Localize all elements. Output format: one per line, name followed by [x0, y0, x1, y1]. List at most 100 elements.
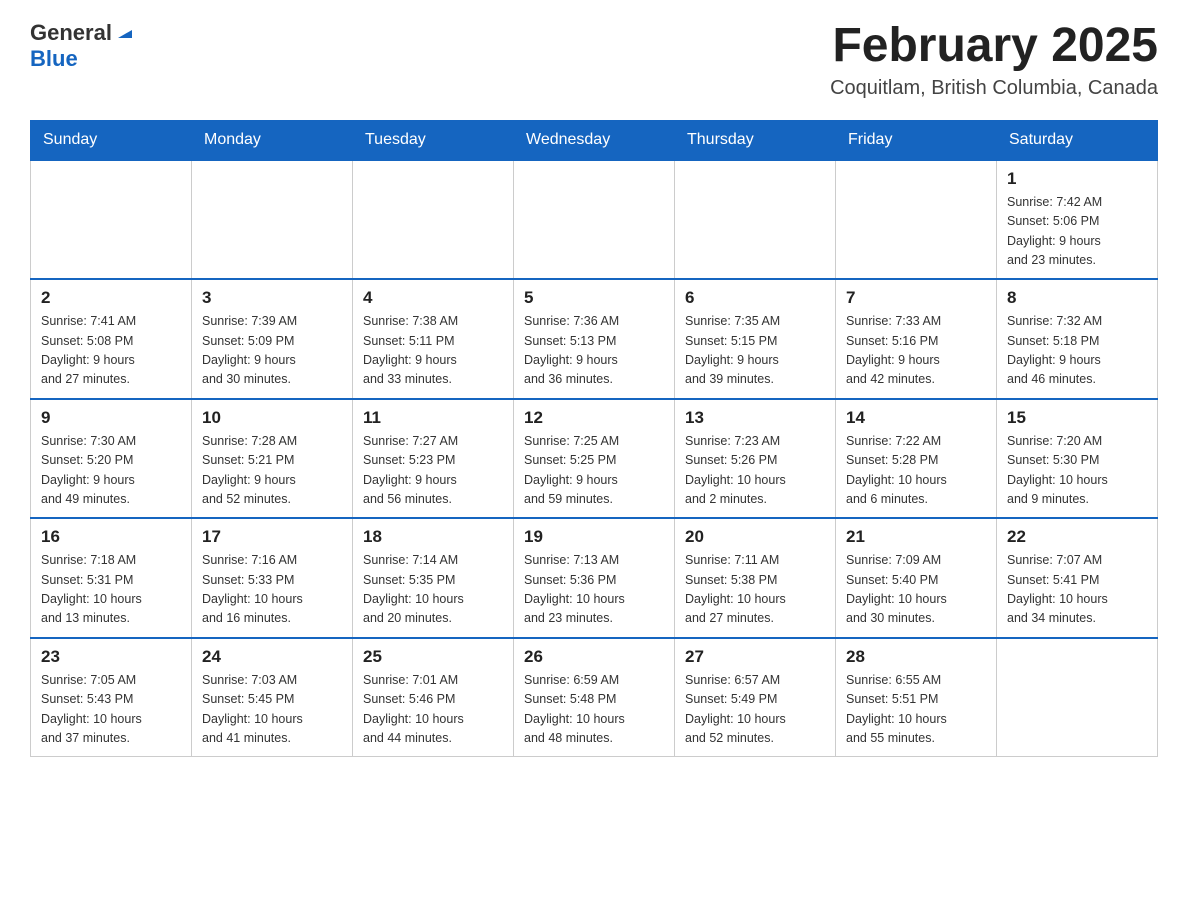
calendar-cell: 9 Sunrise: 7:30 AM Sunset: 5:20 PM Daylig…: [31, 399, 192, 519]
calendar-week-4: 16 Sunrise: 7:18 AM Sunset: 5:31 PM Dayli…: [31, 518, 1158, 638]
calendar-cell: [192, 160, 353, 280]
calendar-cell: [675, 160, 836, 280]
calendar-cell: 24 Sunrise: 7:03 AM Sunset: 5:45 PM Dayli…: [192, 638, 353, 757]
day-info: Sunrise: 7:39 AM Sunset: 5:09 PM Dayligh…: [202, 312, 342, 390]
calendar-cell: 14 Sunrise: 7:22 AM Sunset: 5:28 PM Dayli…: [836, 399, 997, 519]
day-info: Sunrise: 7:16 AM Sunset: 5:33 PM Dayligh…: [202, 551, 342, 629]
day-info: Sunrise: 7:03 AM Sunset: 5:45 PM Dayligh…: [202, 671, 342, 749]
calendar-cell: [353, 160, 514, 280]
day-number: 9: [41, 408, 181, 428]
day-info: Sunrise: 7:01 AM Sunset: 5:46 PM Dayligh…: [363, 671, 503, 749]
day-number: 25: [363, 647, 503, 667]
calendar-cell: 6Sunrise: 7:35 AM Sunset: 5:15 PM Daylig…: [675, 279, 836, 399]
weekday-header-friday: Friday: [836, 120, 997, 160]
calendar-cell: 1 Sunrise: 7:42 AM Sunset: 5:06 PM Daylig…: [997, 160, 1158, 280]
day-info: Sunrise: 7:23 AM Sunset: 5:26 PM Dayligh…: [685, 432, 825, 510]
weekday-header-sunday: Sunday: [31, 120, 192, 160]
day-info: Sunrise: 7:35 AM Sunset: 5:15 PM Dayligh…: [685, 312, 825, 390]
day-number: 26: [524, 647, 664, 667]
day-number: 1: [1007, 169, 1147, 189]
page-header: General Blue February 2025 Coquitlam, Br…: [30, 20, 1158, 100]
calendar-week-2: 2 Sunrise: 7:41 AM Sunset: 5:08 PM Daylig…: [31, 279, 1158, 399]
calendar-cell: [31, 160, 192, 280]
calendar-cell: 5Sunrise: 7:36 AM Sunset: 5:13 PM Daylig…: [514, 279, 675, 399]
calendar-cell: [836, 160, 997, 280]
calendar-cell: 18 Sunrise: 7:14 AM Sunset: 5:35 PM Dayli…: [353, 518, 514, 638]
day-info: Sunrise: 7:18 AM Sunset: 5:31 PM Dayligh…: [41, 551, 181, 629]
calendar-cell: [514, 160, 675, 280]
day-number: 5: [524, 288, 664, 308]
day-info: Sunrise: 7:20 AM Sunset: 5:30 PM Dayligh…: [1007, 432, 1147, 510]
day-info: Sunrise: 7:38 AM Sunset: 5:11 PM Dayligh…: [363, 312, 503, 390]
day-number: 22: [1007, 527, 1147, 547]
calendar-cell: 11 Sunrise: 7:27 AM Sunset: 5:23 PM Dayli…: [353, 399, 514, 519]
calendar-cell: 23 Sunrise: 7:05 AM Sunset: 5:43 PM Dayli…: [31, 638, 192, 757]
day-info: Sunrise: 7:30 AM Sunset: 5:20 PM Dayligh…: [41, 432, 181, 510]
calendar-cell: [997, 638, 1158, 757]
weekday-header-wednesday: Wednesday: [514, 120, 675, 160]
day-info: Sunrise: 7:11 AM Sunset: 5:38 PM Dayligh…: [685, 551, 825, 629]
calendar-cell: 19 Sunrise: 7:13 AM Sunset: 5:36 PM Dayli…: [514, 518, 675, 638]
calendar-cell: 15 Sunrise: 7:20 AM Sunset: 5:30 PM Dayli…: [997, 399, 1158, 519]
day-number: 24: [202, 647, 342, 667]
day-number: 3: [202, 288, 342, 308]
calendar-cell: 20 Sunrise: 7:11 AM Sunset: 5:38 PM Dayli…: [675, 518, 836, 638]
logo-triangle-icon: [114, 20, 136, 42]
day-number: 7: [846, 288, 986, 308]
day-info: Sunrise: 7:42 AM Sunset: 5:06 PM Dayligh…: [1007, 193, 1147, 271]
weekday-header-tuesday: Tuesday: [353, 120, 514, 160]
calendar-cell: 16 Sunrise: 7:18 AM Sunset: 5:31 PM Dayli…: [31, 518, 192, 638]
title-block: February 2025 Coquitlam, British Columbi…: [830, 20, 1158, 100]
calendar-cell: 3 Sunrise: 7:39 AM Sunset: 5:09 PM Daylig…: [192, 279, 353, 399]
calendar-cell: 8 Sunrise: 7:32 AM Sunset: 5:18 PM Daylig…: [997, 279, 1158, 399]
calendar-cell: 22Sunrise: 7:07 AM Sunset: 5:41 PM Dayli…: [997, 518, 1158, 638]
logo-general-text: General: [30, 20, 112, 46]
calendar-week-3: 9 Sunrise: 7:30 AM Sunset: 5:20 PM Daylig…: [31, 399, 1158, 519]
day-info: Sunrise: 7:22 AM Sunset: 5:28 PM Dayligh…: [846, 432, 986, 510]
calendar-cell: 10Sunrise: 7:28 AM Sunset: 5:21 PM Dayli…: [192, 399, 353, 519]
day-number: 14: [846, 408, 986, 428]
day-info: Sunrise: 7:13 AM Sunset: 5:36 PM Dayligh…: [524, 551, 664, 629]
day-info: Sunrise: 7:32 AM Sunset: 5:18 PM Dayligh…: [1007, 312, 1147, 390]
day-number: 16: [41, 527, 181, 547]
day-number: 15: [1007, 408, 1147, 428]
location-subtitle: Coquitlam, British Columbia, Canada: [830, 77, 1158, 100]
day-number: 18: [363, 527, 503, 547]
day-info: Sunrise: 7:14 AM Sunset: 5:35 PM Dayligh…: [363, 551, 503, 629]
day-number: 13: [685, 408, 825, 428]
day-info: Sunrise: 6:55 AM Sunset: 5:51 PM Dayligh…: [846, 671, 986, 749]
calendar-week-1: 1 Sunrise: 7:42 AM Sunset: 5:06 PM Daylig…: [31, 160, 1158, 280]
day-info: Sunrise: 6:59 AM Sunset: 5:48 PM Dayligh…: [524, 671, 664, 749]
calendar-cell: 12Sunrise: 7:25 AM Sunset: 5:25 PM Dayli…: [514, 399, 675, 519]
day-number: 27: [685, 647, 825, 667]
calendar-cell: 26 Sunrise: 6:59 AM Sunset: 5:48 PM Dayli…: [514, 638, 675, 757]
day-info: Sunrise: 7:27 AM Sunset: 5:23 PM Dayligh…: [363, 432, 503, 510]
day-info: Sunrise: 7:41 AM Sunset: 5:08 PM Dayligh…: [41, 312, 181, 390]
day-number: 17: [202, 527, 342, 547]
logo: General Blue: [30, 20, 136, 72]
calendar-cell: 13 Sunrise: 7:23 AM Sunset: 5:26 PM Dayli…: [675, 399, 836, 519]
day-number: 20: [685, 527, 825, 547]
day-info: Sunrise: 7:28 AM Sunset: 5:21 PM Dayligh…: [202, 432, 342, 510]
day-info: Sunrise: 7:05 AM Sunset: 5:43 PM Dayligh…: [41, 671, 181, 749]
calendar-cell: 21Sunrise: 7:09 AM Sunset: 5:40 PM Dayli…: [836, 518, 997, 638]
calendar-week-5: 23 Sunrise: 7:05 AM Sunset: 5:43 PM Dayli…: [31, 638, 1158, 757]
calendar-cell: 25 Sunrise: 7:01 AM Sunset: 5:46 PM Dayli…: [353, 638, 514, 757]
day-number: 8: [1007, 288, 1147, 308]
calendar-table: SundayMondayTuesdayWednesdayThursdayFrid…: [30, 120, 1158, 758]
day-number: 21: [846, 527, 986, 547]
month-title: February 2025: [830, 20, 1158, 73]
day-info: Sunrise: 6:57 AM Sunset: 5:49 PM Dayligh…: [685, 671, 825, 749]
logo-blue-text: Blue: [30, 46, 78, 71]
day-number: 2: [41, 288, 181, 308]
calendar-cell: 28Sunrise: 6:55 AM Sunset: 5:51 PM Dayli…: [836, 638, 997, 757]
day-number: 4: [363, 288, 503, 308]
day-number: 23: [41, 647, 181, 667]
weekday-header-row: SundayMondayTuesdayWednesdayThursdayFrid…: [31, 120, 1158, 160]
weekday-header-saturday: Saturday: [997, 120, 1158, 160]
calendar-cell: 2 Sunrise: 7:41 AM Sunset: 5:08 PM Daylig…: [31, 279, 192, 399]
day-info: Sunrise: 7:25 AM Sunset: 5:25 PM Dayligh…: [524, 432, 664, 510]
day-info: Sunrise: 7:33 AM Sunset: 5:16 PM Dayligh…: [846, 312, 986, 390]
day-number: 11: [363, 408, 503, 428]
day-number: 19: [524, 527, 664, 547]
